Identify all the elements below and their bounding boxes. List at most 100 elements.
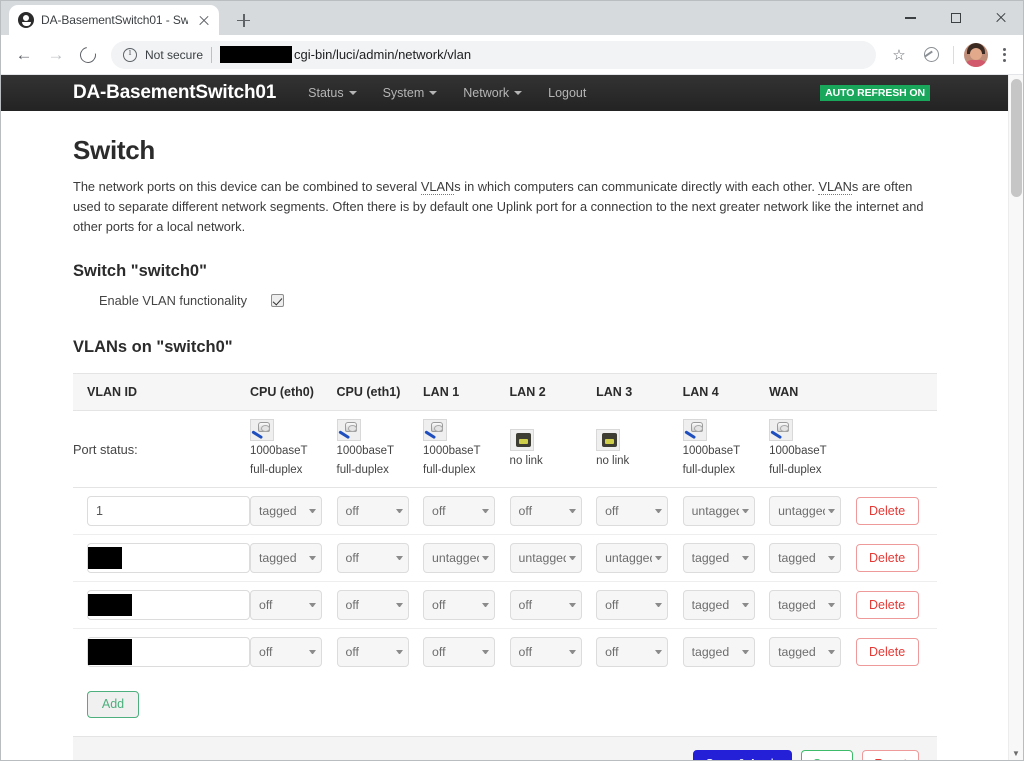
ethernet-plug-connected-icon — [769, 419, 794, 442]
reset-button[interactable]: Reset — [862, 749, 919, 760]
close-window-button[interactable] — [978, 1, 1023, 35]
chevron-down-icon — [309, 602, 316, 607]
vlans-section-title: VLANs on "switch0" — [73, 338, 233, 357]
port-mode-cell: off — [509, 628, 597, 675]
select-value: off — [345, 597, 359, 612]
port-status-cell: 1000baseT full-duplex — [769, 410, 856, 488]
port-mode-select-cpu-eth1[interactable]: off — [336, 495, 409, 526]
port-mode-select-lan3[interactable]: off — [596, 636, 669, 667]
back-button[interactable]: ← — [9, 40, 39, 70]
port-mode-select-lan2[interactable]: untagged — [509, 542, 582, 573]
column-header-lan3: LAN 3 — [596, 373, 683, 412]
nav-item-network-label: Network — [463, 86, 510, 100]
intro-text-1: The network ports on this device can be … — [73, 179, 421, 194]
close-window-icon — [995, 12, 1007, 24]
close-icon[interactable] — [195, 11, 213, 29]
port-mode-select-lan1[interactable]: off — [423, 495, 496, 526]
port-status-actions-cell — [855, 410, 937, 488]
port-mode-select-lan1[interactable]: off — [423, 589, 496, 620]
info-icon[interactable] — [123, 47, 137, 62]
save-button[interactable]: Save — [800, 749, 854, 760]
delete-button[interactable]: Delete — [855, 496, 919, 525]
ethernet-plug-connected-icon — [336, 419, 361, 442]
select-value: tagged — [778, 597, 816, 612]
reload-button[interactable] — [73, 40, 103, 70]
port-mode-select-lan4[interactable]: tagged — [682, 542, 755, 573]
nav-item-logout[interactable]: Logout — [548, 86, 586, 100]
browser-toolbar: ← → Not secure cgi-bin/luci/admin/networ… — [1, 35, 1023, 75]
scrollbar-thumb[interactable] — [1011, 79, 1022, 197]
enable-vlan-checkbox[interactable] — [271, 294, 284, 308]
extension-button[interactable] — [916, 40, 946, 70]
maximize-button[interactable] — [933, 1, 978, 35]
port-mode-select-lan4[interactable]: tagged — [682, 636, 755, 667]
port-mode-select-lan1[interactable]: off — [423, 636, 496, 667]
delete-button[interactable]: Delete — [855, 590, 919, 619]
browser-tab[interactable]: DA-BasementSwitch01 - Switch - — [9, 5, 219, 35]
back-icon: ← — [15, 45, 33, 64]
port-mode-select-lan1[interactable]: untagged — [423, 542, 496, 573]
port-mode-select-wan[interactable]: tagged — [769, 589, 842, 620]
port-mode-select-cpu-eth0[interactable]: tagged — [250, 542, 322, 573]
profile-button[interactable] — [961, 40, 991, 70]
delete-button[interactable]: Delete — [855, 543, 919, 572]
select-value: off — [259, 644, 273, 659]
page-scrollbar[interactable]: ▼ — [1008, 75, 1023, 760]
forward-button[interactable]: → — [41, 40, 71, 70]
minimize-button[interactable] — [888, 1, 933, 35]
chevron-down-icon — [309, 508, 316, 513]
page-content: DA-BasementSwitch01 Status System Networ… — [1, 75, 1008, 760]
minimize-icon — [905, 17, 916, 19]
chevron-down-icon — [828, 508, 836, 513]
table-row: off off off off off tagged tagged Delete — [73, 581, 937, 629]
port-mode-select-lan4[interactable]: tagged — [682, 589, 755, 620]
select-value: untagged — [778, 503, 826, 518]
port-mode-select-lan2[interactable]: off — [509, 589, 582, 620]
save-and-apply-button[interactable]: Save & Apply — [693, 749, 792, 760]
nav-item-status[interactable]: Status — [308, 86, 357, 100]
chevron-down-icon — [348, 91, 357, 95]
port-mode-select-wan[interactable]: tagged — [769, 636, 842, 667]
port-mode-select-lan2[interactable]: off — [509, 636, 582, 667]
add-button[interactable]: Add — [87, 690, 139, 718]
url-path: cgi-bin/luci/admin/network/vlan — [294, 47, 472, 62]
port-mode-cell: tagged — [250, 534, 337, 582]
chevron-down-icon — [655, 649, 663, 654]
vlan-id-input[interactable] — [87, 495, 250, 526]
port-mode-cell: off — [596, 487, 683, 535]
new-tab-button[interactable] — [229, 6, 257, 34]
main-nav: Status System Network Logout — [308, 86, 586, 100]
port-mode-select-lan3[interactable]: off — [596, 589, 669, 620]
port-mode-cell: off — [509, 581, 597, 629]
port-mode-select-wan[interactable]: tagged — [769, 542, 842, 573]
port-mode-select-lan2[interactable]: off — [509, 495, 582, 526]
chevron-down-icon — [309, 649, 316, 654]
select-value: tagged — [691, 550, 730, 565]
port-mode-select-cpu-eth1[interactable]: off — [336, 542, 409, 573]
nav-item-network[interactable]: Network — [463, 86, 523, 100]
select-value: off — [345, 644, 359, 659]
nav-item-system[interactable]: System — [383, 86, 438, 100]
port-mode-select-lan3[interactable]: off — [596, 495, 669, 526]
port-status-cell: 1000baseT full-duplex — [250, 410, 337, 488]
port-mode-cell: off — [336, 628, 424, 675]
scroll-down-icon[interactable]: ▼ — [1009, 749, 1023, 758]
port-mode-select-cpu-eth0[interactable]: off — [250, 589, 322, 620]
chevron-down-icon — [568, 508, 576, 513]
port-mode-cell: tagged — [682, 628, 770, 675]
port-status-cell: no link — [596, 410, 683, 488]
port-mode-select-lan3[interactable]: untagged — [596, 542, 669, 573]
auto-refresh-badge[interactable]: AUTO REFRESH ON — [820, 85, 930, 101]
browser-menu-button[interactable] — [993, 44, 1015, 66]
select-value: off — [432, 644, 446, 659]
port-mode-select-cpu-eth1[interactable]: off — [336, 636, 409, 667]
port-mode-select-lan4[interactable]: untagged — [682, 495, 755, 526]
port-mode-select-cpu-eth0[interactable]: off — [250, 636, 322, 667]
port-mode-select-cpu-eth1[interactable]: off — [336, 589, 409, 620]
select-value: tagged — [259, 503, 297, 518]
port-mode-select-cpu-eth0[interactable]: tagged — [250, 495, 322, 526]
address-bar[interactable]: Not secure cgi-bin/luci/admin/network/vl… — [111, 40, 876, 69]
port-mode-select-wan[interactable]: untagged — [769, 495, 842, 526]
delete-button[interactable]: Delete — [855, 637, 919, 666]
bookmark-button[interactable]: ☆ — [884, 40, 914, 70]
